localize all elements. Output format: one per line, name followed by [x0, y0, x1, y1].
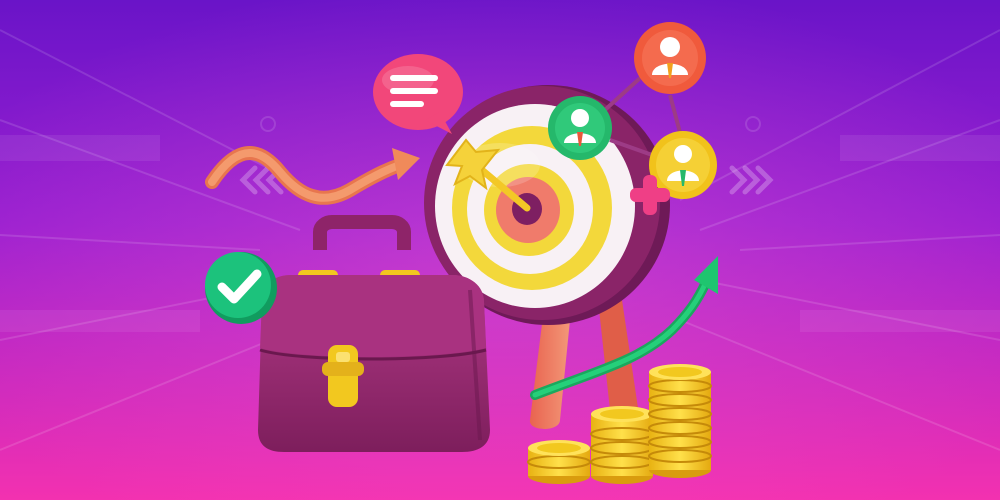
coin-stack-medium — [590, 406, 654, 484]
checkmark-icon — [205, 252, 277, 324]
avatar-icon — [548, 96, 612, 160]
business-goal-illustration — [0, 0, 1000, 500]
coin-stack-tall — [648, 364, 712, 478]
illustration-scene — [0, 0, 1000, 500]
avatar-icon — [634, 22, 706, 94]
coin-stack-short — [527, 440, 591, 484]
